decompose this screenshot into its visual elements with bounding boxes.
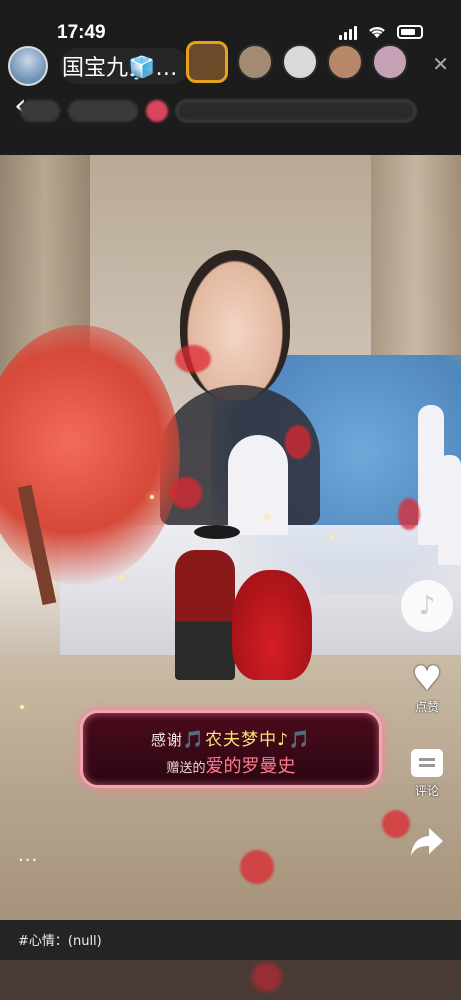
- gift-banner: 感谢🎵农夫梦中♪🎵 赠送的爱的罗曼史: [80, 710, 382, 788]
- dancer-hat: [194, 525, 240, 539]
- close-icon[interactable]: ✕: [432, 52, 449, 76]
- castle-dome: [228, 435, 288, 535]
- dancer-male: [175, 550, 235, 680]
- top-header: 17:49 国宝九🧊… ✕ ‹: [0, 0, 461, 155]
- blurred-tag: [20, 100, 60, 122]
- author-avatar[interactable]: [8, 46, 48, 86]
- sparkle: [120, 575, 124, 579]
- streamer-face: [180, 250, 290, 400]
- author-row[interactable]: 国宝九🧊…: [8, 44, 190, 88]
- thumbnail[interactable]: [372, 44, 408, 80]
- related-thumbnails: [186, 41, 408, 83]
- sparkle: [265, 515, 269, 519]
- thumbnail[interactable]: [282, 44, 318, 80]
- thumbnail[interactable]: [237, 44, 273, 80]
- music-disc-icon[interactable]: ♪: [401, 580, 453, 632]
- video-player[interactable]: [0, 155, 461, 920]
- petal: [175, 345, 211, 373]
- like-button[interactable]: ♥ 点赞: [401, 660, 453, 715]
- like-label: 点赞: [414, 700, 439, 714]
- bottom-area: [0, 960, 461, 1000]
- more-options-icon[interactable]: ...: [18, 845, 38, 866]
- thumbnail[interactable]: [327, 44, 363, 80]
- comment-button[interactable]: 评论: [401, 745, 453, 799]
- blurred-tag-row: [20, 98, 443, 124]
- castle-tower: [438, 455, 461, 565]
- petal: [170, 477, 202, 509]
- petal: [252, 962, 282, 992]
- status-time: 17:49: [57, 22, 106, 43]
- blurred-tag: [146, 100, 168, 122]
- battery-icon: [397, 25, 423, 39]
- heart-icon: ♥: [411, 659, 443, 699]
- comment-label: 评论: [414, 784, 439, 798]
- gift-sender-name: 🎵农夫梦中♪🎵: [182, 730, 312, 750]
- gift-line-1: 感谢🎵农夫梦中♪🎵: [83, 725, 379, 750]
- author-name[interactable]: 国宝九🧊…: [60, 48, 190, 84]
- dancer-female: [232, 570, 312, 680]
- petal: [240, 850, 274, 884]
- sparkle: [330, 535, 334, 539]
- status-icons: [339, 24, 423, 40]
- petal: [285, 425, 311, 459]
- thumbnail[interactable]: [186, 41, 228, 83]
- blurred-tag: [68, 100, 138, 122]
- gift-sent-text: 赠送的: [166, 761, 206, 776]
- video-caption: #心情：(null): [0, 920, 461, 960]
- share-icon: [411, 828, 443, 856]
- gift-name: 爱的罗曼史: [205, 756, 296, 777]
- sparkle: [20, 705, 24, 709]
- sparkle: [150, 495, 154, 499]
- blurred-tag: [176, 100, 416, 122]
- gift-thanks-text: 感谢: [150, 731, 183, 749]
- share-button[interactable]: [401, 826, 453, 861]
- petal: [398, 498, 420, 530]
- comment-icon: [411, 749, 443, 777]
- gift-line-2: 赠送的爱的罗曼史: [83, 752, 379, 778]
- signal-icon: [339, 24, 357, 40]
- wifi-icon: [369, 26, 385, 38]
